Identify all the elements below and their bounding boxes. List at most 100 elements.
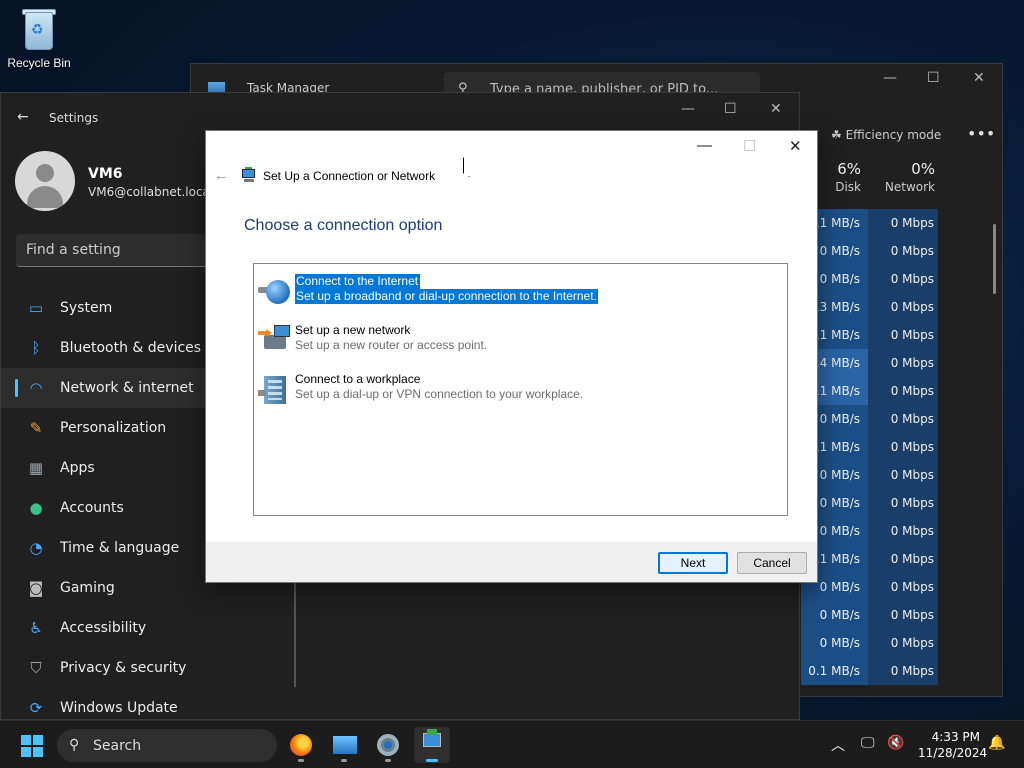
volume-muted-icon[interactable]: 🔇 [887,735,904,751]
network-cell: 0 Mbps [868,601,938,629]
table-row[interactable]: 0.1 MB/s 0 Mbps [801,657,941,685]
sidebar-item-label: Accessibility [60,620,147,636]
sidebar-item-label: Gaming [60,580,115,596]
close-icon[interactable]: ✕ [770,101,782,117]
sidebar-item-label: Personalization [60,420,167,436]
efficiency-mode-label: Efficiency mode [845,128,942,142]
table-row[interactable]: 0 MB/s 0 Mbps [801,601,941,629]
table-row[interactable]: 0 MB/s 0 Mbps [801,489,941,517]
network-setup-taskbar-button[interactable] [414,727,450,763]
table-row[interactable]: 0.1 MB/s 0 Mbps [801,209,941,237]
network-cell: 0 Mbps [868,293,938,321]
disk-cell: 0.1 MB/s [801,657,868,685]
user-profile[interactable]: VM6 VM6@collabnet.local [15,151,213,211]
find-setting-input[interactable]: Find a setting [16,234,216,267]
network-cell: 0 Mbps [868,629,938,657]
network-cell: 0 Mbps [868,209,938,237]
network-cell: 0 Mbps [868,461,938,489]
firefox-taskbar-button[interactable] [283,727,319,763]
network-cell: 0 Mbps [868,321,938,349]
user-name: VM6 [88,166,123,182]
back-arrow-icon[interactable]: ← [214,167,229,184]
option-connect-internet[interactable]: Connect to the Internet Set up a broadba… [258,274,778,318]
more-options-icon[interactable]: ••• [967,124,995,143]
option-description: Set up a broadband or dial-up connection… [295,289,598,304]
setup-connection-dialog: — ☐ ✕ ← Set Up a Connection or Network C… [205,130,818,583]
option-connect-workplace[interactable]: Connect to a workplace Set up a dial-up … [258,372,778,416]
sidebar-item-gaming[interactable]: ◙ Gaming [1,568,206,608]
clock-date: 11/28/2024 [918,746,988,760]
close-icon[interactable]: ✕ [789,137,802,155]
network-setup-icon [240,167,258,183]
sidebar-item-apps[interactable]: ▦ Apps [1,448,206,488]
clock[interactable]: 4:33 PM 11/28/2024 [918,729,988,761]
table-row[interactable]: 0.3 MB/s 0 Mbps [801,293,941,321]
network-column-header[interactable]: 0% Network [873,160,935,194]
recycle-bin-label: Recycle Bin [7,56,71,70]
notification-bell-icon[interactable]: 🔔 [988,735,1005,751]
recycle-bin-shortcut[interactable]: ♻ Recycle Bin [4,6,74,70]
sidebar-item-label: System [60,300,113,316]
minimize-icon[interactable]: — [883,70,897,86]
minimize-icon[interactable]: — [697,137,712,154]
sidebar-item-time-language[interactable]: ◔ Time & language [1,528,206,568]
sidebar-item-bluetooth-devices[interactable]: ᛒ Bluetooth & devices [1,328,206,368]
minimize-icon[interactable]: — [681,101,695,117]
sidebar-item-label: Privacy & security [60,660,187,676]
cancel-button[interactable]: Cancel [737,552,807,574]
sidebar-item-accessibility[interactable]: ♿ Accessibility [1,608,206,648]
task-manager-taskbar-button[interactable] [326,727,362,763]
network-status-icon[interactable]: 🖵 [861,735,875,751]
search-icon: ⚲ [69,737,80,753]
maximize-icon[interactable]: ☐ [724,101,737,117]
update-icon: ⟳ [29,699,43,717]
table-row[interactable]: 0 MB/s 0 Mbps [801,405,941,433]
table-row[interactable]: 0.1 MB/s 0 Mbps [801,545,941,573]
close-icon[interactable]: ✕ [973,70,985,86]
dialog-title: Set Up a Connection or Network [263,169,436,183]
brush-icon: ✎ [29,419,43,437]
table-row[interactable]: 0 MB/s 0 Mbps [801,265,941,293]
next-button[interactable]: Next [658,552,728,574]
wifi-icon: ◠ [29,379,43,397]
scrollbar-thumb[interactable] [993,224,996,294]
network-cell: 0 Mbps [868,573,938,601]
network-cell: 0 Mbps [868,545,938,573]
table-row[interactable]: 0 MB/s 0 Mbps [801,461,941,489]
taskbar-search[interactable]: ⚲ Search [57,729,277,762]
network-setup-icon [423,733,441,747]
sidebar-item-label: Accounts [60,500,124,516]
recycle-bin-icon: ♻ [19,8,59,52]
sidebar-item-network-internet[interactable]: ◠ Network & internet [1,368,206,408]
table-row[interactable]: 0 MB/s 0 Mbps [801,573,941,601]
network-cell: 0 Mbps [868,377,938,405]
start-button[interactable] [21,735,43,757]
table-row[interactable]: 0.1 MB/s 0 Mbps [801,377,941,405]
sidebar-item-accounts[interactable]: ● Accounts [1,488,206,528]
network-cell: 0 Mbps [868,349,938,377]
table-row[interactable]: 0 MB/s 0 Mbps [801,629,941,657]
efficiency-mode-button[interactable]: ☘ Efficiency mode [831,128,941,142]
disk-cell: 0 MB/s [801,601,868,629]
table-row[interactable]: 0 MB/s 0 Mbps [801,237,941,265]
settings-taskbar-button[interactable] [370,727,406,763]
option-new-network[interactable]: Set up a new network Set up a new router… [258,323,778,367]
sidebar-item-system[interactable]: ▭ System [1,288,206,328]
chevron-up-icon[interactable]: ︿ [831,735,845,755]
router-icon [258,323,292,357]
table-row[interactable]: 0.1 MB/s 0 Mbps [801,321,941,349]
table-row[interactable]: 0.4 MB/s 0 Mbps [801,349,941,377]
sidebar-item-privacy-security[interactable]: ⛉ Privacy & security [1,648,206,688]
back-arrow-icon[interactable]: ← [17,109,29,125]
settings-nav: ▭ System ᛒ Bluetooth & devices ◠ Network & in… [1,288,206,728]
maximize-icon[interactable]: ☐ [927,70,940,86]
network-cell: 0 Mbps [868,405,938,433]
sidebar-item-label: Windows Update [60,700,178,716]
table-row[interactable]: 0 MB/s 0 Mbps [801,517,941,545]
sidebar-item-personalization[interactable]: ✎ Personalization [1,408,206,448]
building-icon [258,372,292,406]
accessibility-icon: ♿ [29,619,43,637]
network-cell: 0 Mbps [868,517,938,545]
monitor-icon: ▭ [28,299,44,317]
table-row[interactable]: 0.1 MB/s 0 Mbps [801,433,941,461]
